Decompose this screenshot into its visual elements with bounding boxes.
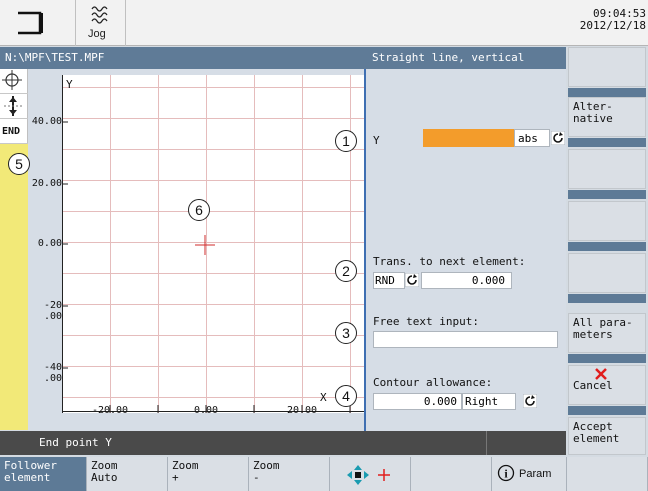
y-tick-label: 0.00 [37, 238, 62, 249]
x-tick-labels: -20.00 0.00 20.00 [62, 405, 364, 419]
param-softkey[interactable]: i Param [492, 457, 567, 491]
follower-element-softkey[interactable]: Follower element [0, 457, 87, 491]
softkey-right-4[interactable] [568, 201, 646, 241]
contour-allowance-input[interactable]: 0.000 [373, 393, 462, 410]
callout-5: 5 [8, 153, 30, 175]
status-text: End point Y [39, 436, 112, 449]
vertical-line-icon [4, 96, 22, 116]
accept-element-softkey[interactable]: Accept element [568, 417, 646, 455]
softkey-right-5[interactable] [568, 253, 646, 293]
callout-3: 3 [335, 322, 357, 344]
callout-2: 2 [335, 260, 357, 282]
end-marker: END [0, 119, 28, 144]
alternative-softkey[interactable]: Alter-native [568, 97, 646, 137]
softkey-right-3[interactable] [568, 149, 646, 189]
y-tick-label: 40.00 [31, 116, 62, 127]
x-tick-label: 0.00 [193, 405, 219, 416]
transition-value-input[interactable]: 0.000 [421, 272, 512, 289]
zoom-plus-softkey[interactable]: Zoom + [168, 457, 249, 491]
zoom-auto-softkey[interactable]: Zoom Auto [87, 457, 168, 491]
header-bar: Jog 09:04:53 2012/12/18 [0, 0, 648, 46]
callout-1: 1 [335, 130, 357, 152]
status-bar: End point Y [0, 431, 566, 455]
start-point-cell[interactable] [0, 69, 28, 94]
x-tick-label: 20.00 [286, 405, 318, 416]
path-bar: N:\MPF\TEST.MPF Straight line, vertical [0, 47, 566, 69]
y-tick-label: -20.00 [43, 300, 62, 322]
callout-4: 4 [335, 385, 357, 407]
clock: 09:04:53 2012/12/18 [580, 8, 646, 32]
y-unit-select[interactable]: abs [514, 129, 550, 147]
pan-arrows-icon [347, 465, 390, 485]
element-icon-column: END [0, 69, 28, 144]
contour-side-toggle-icon[interactable] [523, 394, 537, 408]
softkey-separator [568, 138, 646, 147]
softkey-bottom-6[interactable] [411, 457, 492, 491]
y-label: Y [373, 134, 380, 147]
element-list-strip [0, 144, 28, 430]
jog-mode-area[interactable]: Jog [76, 0, 126, 46]
softkey-separator [568, 88, 646, 97]
pan-softkey[interactable] [330, 457, 411, 491]
softkey-right-1[interactable] [568, 47, 646, 87]
softkey-separator [568, 354, 646, 363]
y-tick-label: 20.00 [31, 178, 62, 189]
y-input[interactable] [423, 129, 514, 147]
transition-label: Trans. to next element: [373, 255, 526, 268]
free-text-label: Free text input: [373, 315, 479, 328]
mode-label: Jog [88, 28, 106, 40]
callout-6: 6 [188, 199, 210, 221]
start-point-icon [2, 70, 22, 90]
cancel-softkey[interactable]: Cancel [568, 365, 646, 405]
y-axis-label: Y [66, 78, 73, 91]
date-display: 2012/12/18 [579, 19, 646, 32]
machine-mode-area[interactable] [0, 0, 76, 46]
program-path: N:\MPF\TEST.MPF [5, 51, 105, 64]
transition-toggle-icon[interactable] [405, 273, 419, 287]
free-text-input[interactable] [373, 331, 558, 348]
transition-type-select[interactable]: RND [373, 272, 405, 289]
softkey-bottom-8[interactable] [567, 457, 648, 491]
contour-allowance-label: Contour allowance: [373, 376, 493, 389]
zoom-minus-softkey[interactable]: Zoom - [249, 457, 330, 491]
all-parameters-softkey[interactable]: All para-meters [568, 313, 646, 353]
softkey-separator [568, 294, 646, 303]
machine-area-icon [18, 11, 43, 35]
softkey-separator [568, 406, 646, 415]
contour-side-select[interactable]: Right [462, 393, 516, 410]
x-axis-label: X [320, 391, 327, 404]
info-icon: i [497, 464, 515, 482]
contour-plot[interactable] [62, 75, 364, 413]
y-tick-labels: 40.00 20.00 0.00 -20.00 -40.00 [28, 69, 64, 431]
dialog-title: Straight line, vertical [372, 51, 525, 64]
softkey-separator [568, 190, 646, 199]
plot-canvas [62, 75, 364, 413]
softkey-separator [568, 242, 646, 251]
y-unit-toggle-icon[interactable] [551, 131, 565, 145]
svg-text:i: i [504, 467, 508, 481]
status-divider [486, 431, 487, 455]
vertical-line-cell[interactable] [0, 94, 28, 119]
y-tick-label: -40.00 [43, 362, 62, 384]
x-tick-label: -20.00 [91, 405, 129, 416]
jog-wave-icon [91, 6, 108, 24]
